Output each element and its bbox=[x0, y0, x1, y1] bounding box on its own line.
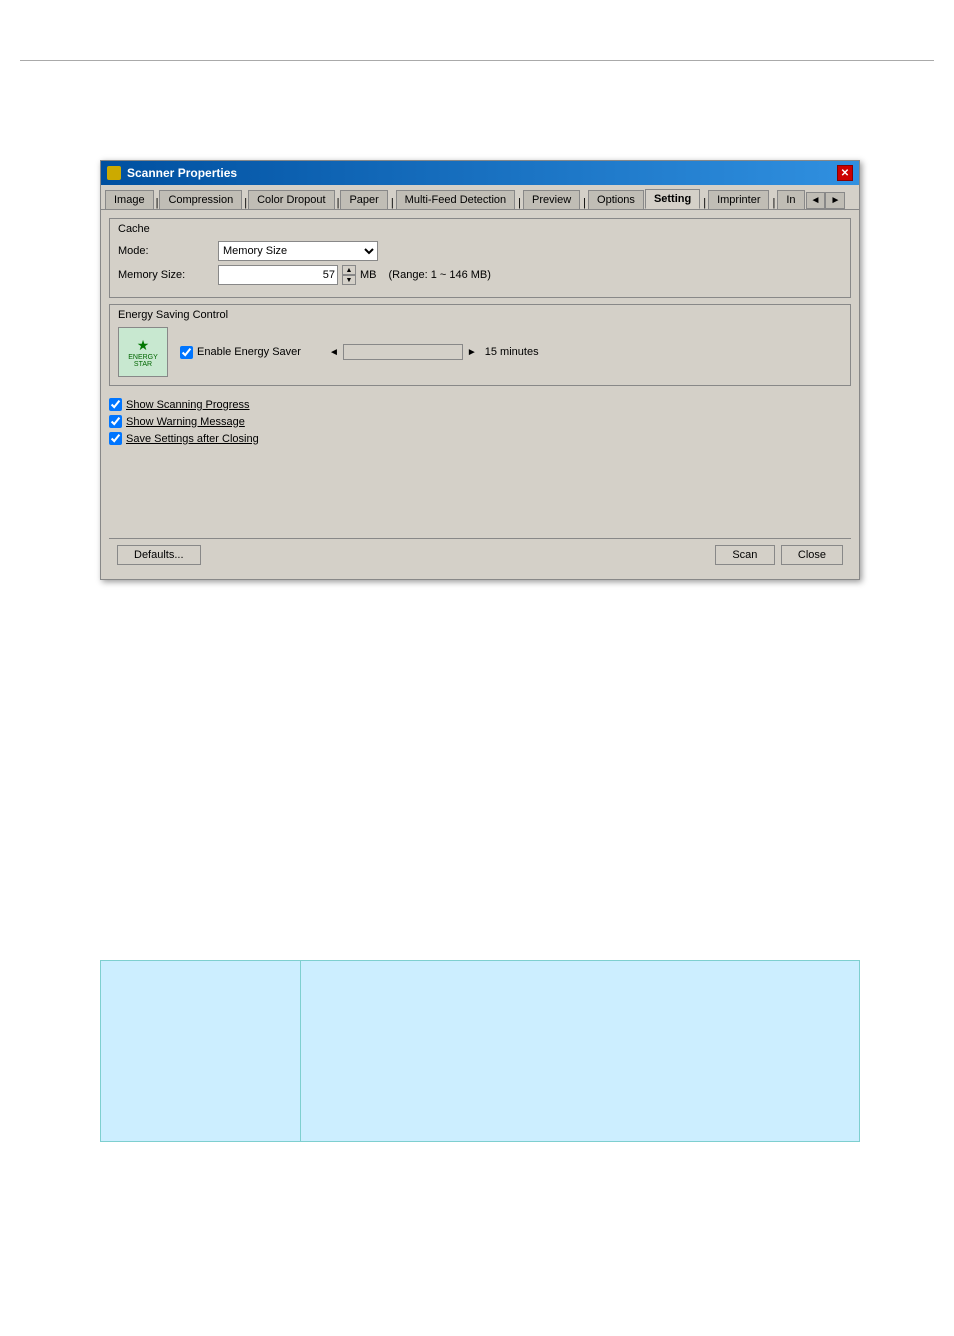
titlebar-left: Scanner Properties bbox=[107, 166, 237, 180]
tab-sep-4: | bbox=[389, 197, 396, 209]
scanner-properties-dialog: Scanner Properties ✕ Image | Compression… bbox=[100, 160, 860, 580]
tab-compression[interactable]: Compression bbox=[159, 190, 242, 209]
energy-inner: ★ ENERGY STAR Enable Energy Saver ◄ ► 15… bbox=[118, 327, 842, 377]
dialog-close-button[interactable]: ✕ bbox=[837, 165, 853, 181]
bottom-right-cell bbox=[301, 961, 859, 1141]
show-scanning-progress-label: Show Scanning Progress bbox=[126, 399, 250, 411]
tab-prev-button[interactable]: ◄ bbox=[806, 192, 826, 209]
spinbox-buttons: ▲ ▼ bbox=[342, 265, 356, 285]
memory-size-row: Memory Size: ▲ ▼ MB (Range: 1 ~ 146 MB) bbox=[118, 265, 842, 285]
enable-energy-saver-row: Enable Energy Saver bbox=[180, 346, 301, 359]
energy-saving-title: Energy Saving Control bbox=[118, 309, 842, 321]
save-settings-checkbox[interactable] bbox=[109, 432, 122, 445]
tab-sep-7: | bbox=[701, 197, 708, 209]
close-button[interactable]: Close bbox=[781, 545, 843, 565]
scan-button[interactable]: Scan bbox=[715, 545, 775, 565]
memory-size-input[interactable] bbox=[218, 265, 338, 285]
energy-star-text: ENERGY STAR bbox=[119, 354, 167, 368]
memory-size-spinbox: ▲ ▼ MB (Range: 1 ~ 146 MB) bbox=[218, 265, 491, 285]
tab-sep-5: | bbox=[516, 197, 523, 209]
bottom-table bbox=[100, 960, 860, 1142]
tab-image[interactable]: Image bbox=[105, 190, 154, 209]
save-settings-label: Save Settings after Closing bbox=[126, 433, 259, 445]
tab-preview[interactable]: Preview bbox=[523, 190, 580, 209]
enable-energy-saver-label: Enable Energy Saver bbox=[197, 346, 301, 358]
tab-setting[interactable]: Setting bbox=[645, 189, 700, 209]
energy-slider-track: ◄ ► 15 minutes bbox=[329, 344, 539, 360]
content-area: Show Scanning Progress Show Warning Mess… bbox=[109, 392, 851, 532]
tab-next-button[interactable]: ► bbox=[825, 192, 845, 209]
show-warning-message-label: Show Warning Message bbox=[126, 416, 245, 428]
slider-right-arrow[interactable]: ► bbox=[467, 347, 477, 358]
cache-section: Cache Mode: Memory Size Page Count Memor… bbox=[109, 218, 851, 298]
tabs-row: Image | Compression | Color Dropout | Pa… bbox=[101, 185, 859, 210]
dialog-title: Scanner Properties bbox=[127, 166, 237, 180]
spinbox-down-button[interactable]: ▼ bbox=[342, 275, 356, 285]
dialog-body: Cache Mode: Memory Size Page Count Memor… bbox=[101, 210, 859, 579]
energy-slider[interactable] bbox=[343, 344, 463, 360]
scanner-icon bbox=[107, 166, 121, 180]
show-scanning-progress-item: Show Scanning Progress bbox=[109, 398, 851, 411]
slider-left-arrow[interactable]: ◄ bbox=[329, 347, 339, 358]
memory-size-unit: MB bbox=[360, 269, 377, 281]
show-scanning-progress-checkbox[interactable] bbox=[109, 398, 122, 411]
minutes-label: 15 minutes bbox=[485, 346, 539, 358]
mode-row: Mode: Memory Size Page Count bbox=[118, 241, 842, 261]
tab-imprinter[interactable]: Imprinter bbox=[708, 190, 769, 209]
tab-paper[interactable]: Paper bbox=[340, 190, 387, 209]
tab-in[interactable]: In bbox=[777, 190, 804, 209]
tab-options[interactable]: Options bbox=[588, 190, 644, 209]
mode-select[interactable]: Memory Size Page Count bbox=[218, 241, 378, 261]
defaults-button[interactable]: Defaults... bbox=[117, 545, 201, 565]
enable-energy-saver-checkbox[interactable] bbox=[180, 346, 193, 359]
energy-saving-section: Energy Saving Control ★ ENERGY STAR Enab… bbox=[109, 304, 851, 386]
tab-color-dropout[interactable]: Color Dropout bbox=[248, 190, 334, 209]
show-warning-message-item: Show Warning Message bbox=[109, 415, 851, 428]
memory-size-range: (Range: 1 ~ 146 MB) bbox=[389, 269, 491, 281]
spinbox-up-button[interactable]: ▲ bbox=[342, 265, 356, 275]
dialog-titlebar: Scanner Properties ✕ bbox=[101, 161, 859, 185]
show-warning-message-checkbox[interactable] bbox=[109, 415, 122, 428]
tab-multifeed[interactable]: Multi-Feed Detection bbox=[396, 190, 516, 209]
energy-star-logo: ★ ENERGY STAR bbox=[118, 327, 168, 377]
bottom-left-cell bbox=[101, 961, 301, 1141]
dialog-footer: Defaults... Scan Close bbox=[109, 538, 851, 571]
save-settings-item: Save Settings after Closing bbox=[109, 432, 851, 445]
mode-label: Mode: bbox=[118, 245, 218, 257]
memory-size-label: Memory Size: bbox=[118, 269, 218, 281]
tab-sep-6: | bbox=[581, 197, 588, 209]
top-divider bbox=[20, 60, 934, 61]
tab-sep-8: | bbox=[770, 197, 777, 209]
footer-right-buttons: Scan Close bbox=[715, 545, 843, 565]
energy-star-icon: ★ bbox=[137, 337, 150, 354]
cache-section-title: Cache bbox=[118, 223, 842, 235]
